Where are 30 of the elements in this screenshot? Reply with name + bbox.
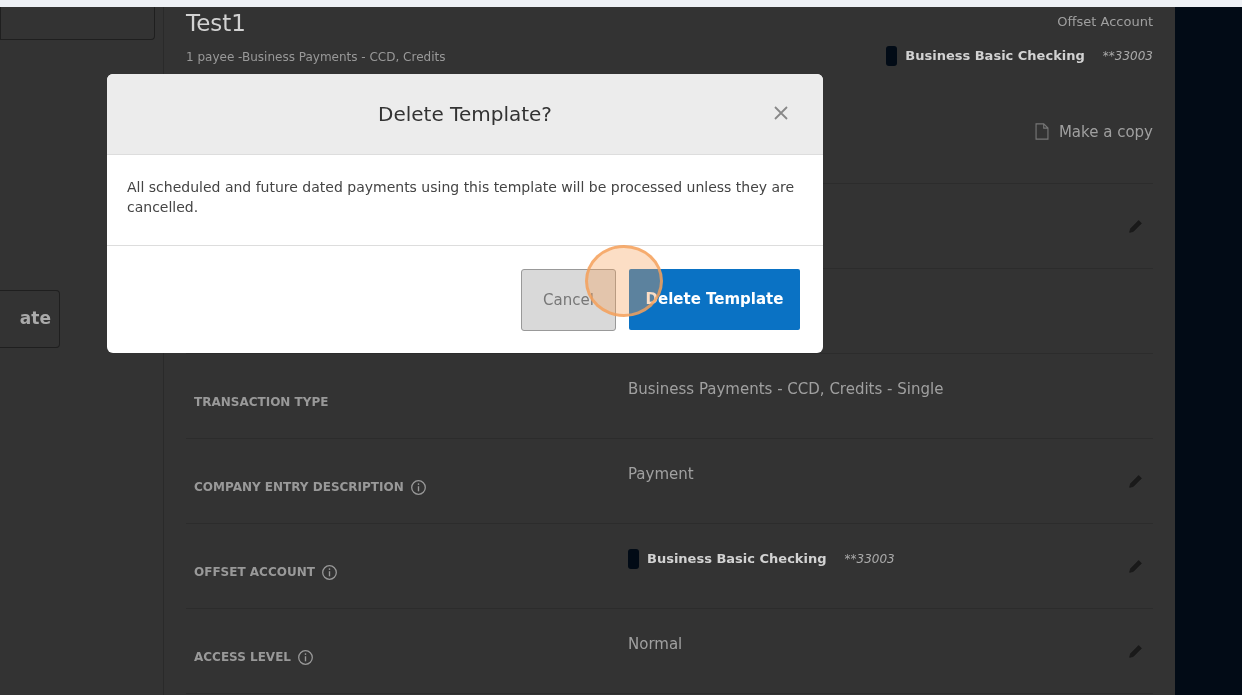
account-name: Business Basic Checking [647,550,827,569]
field-value: Business Payments - CCD, Credits - Single [628,378,944,400]
cancel-button[interactable]: Cancel [521,269,616,331]
dialog-title: Delete Template? [378,101,552,128]
pencil-icon[interactable] [1127,557,1145,575]
make-copy-link[interactable]: Make a copy [886,120,1153,143]
field-value: Payment [628,463,694,485]
field-label: ACCESS LEVEL [194,649,291,666]
offset-account-label: Offset Account [1056,13,1153,31]
field-label: OFFSET ACCOUNT [194,564,315,581]
pencil-icon[interactable] [1127,217,1145,235]
info-icon[interactable] [409,478,427,496]
template-subtitle: 1 payee -Business Payments - CCD, Credits [186,49,446,67]
document-icon [1034,123,1049,141]
account-number: **33003 [1102,47,1153,65]
field-label: COMPANY ENTRY DESCRIPTION [194,479,404,496]
pencil-icon[interactable] [1127,472,1145,490]
account-chip-icon [628,549,639,569]
pencil-icon[interactable] [1127,642,1145,660]
account-number: **33003 [844,551,895,568]
field-value: Normal [628,633,683,655]
field-label: TRANSACTION TYPE [194,394,329,411]
info-icon[interactable] [320,563,338,581]
account-chip-icon [886,45,898,66]
create-button[interactable]: ate [0,290,60,348]
account-name: Business Basic Checking [905,46,1085,65]
info-icon[interactable] [297,648,314,666]
dialog-message: All scheduled and future dated payments using this template will be processed unless they are cancelled. [107,155,823,246]
template-title: Test1 [186,11,247,37]
search-field[interactable] [0,7,155,40]
